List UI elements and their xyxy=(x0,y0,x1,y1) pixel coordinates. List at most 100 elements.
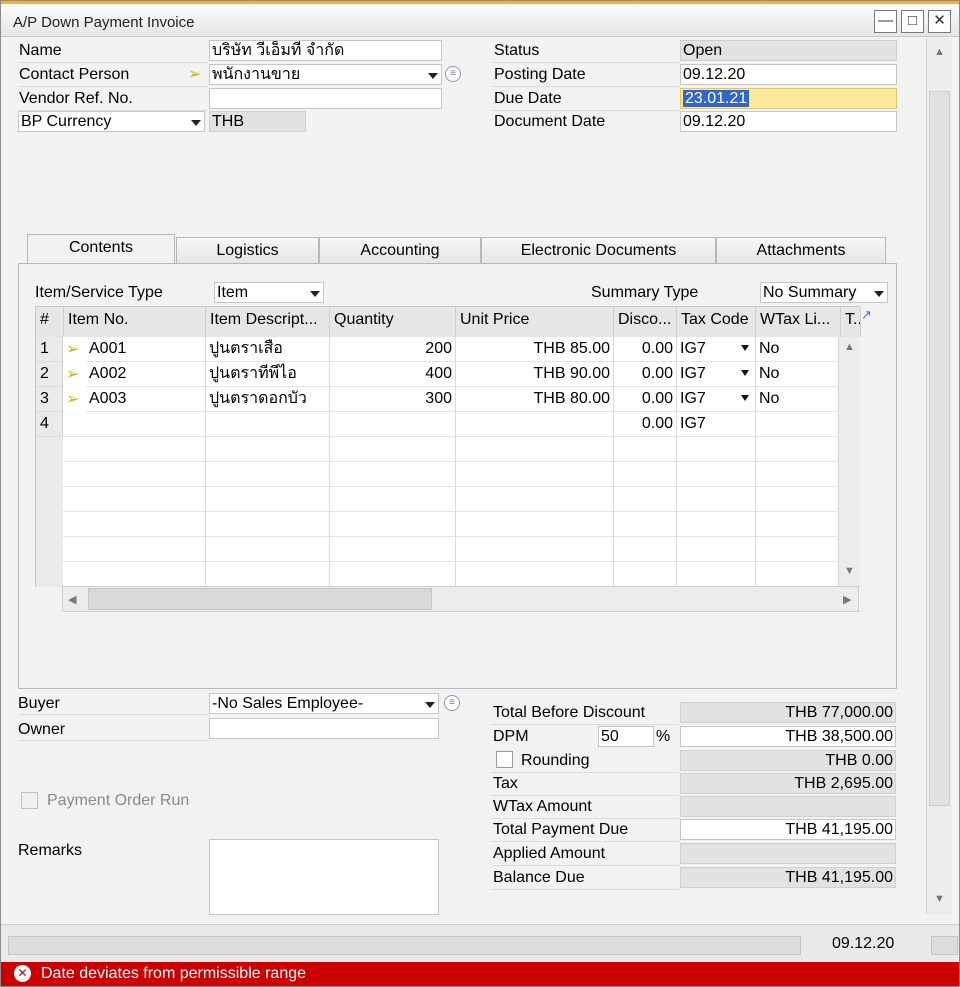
link-arrow-icon[interactable]: ➢ xyxy=(66,367,84,383)
cell-wtax-liable[interactable]: No xyxy=(756,387,841,412)
cell-item-no[interactable]: A002 xyxy=(86,362,206,387)
cell-quantity[interactable]: 300 xyxy=(330,387,456,412)
link-arrow-icon[interactable]: ➢ xyxy=(66,392,84,408)
chevron-down-icon[interactable] xyxy=(741,395,749,401)
error-bar[interactable]: ✕ Date deviates from permissible range xyxy=(1,962,959,986)
cell-wtax-liable[interactable] xyxy=(756,412,841,437)
dpm-percent-field[interactable]: 50 xyxy=(598,726,654,747)
cell-quantity[interactable] xyxy=(330,412,456,437)
divider xyxy=(491,889,679,890)
total-payment-due-field[interactable]: THB 41,195.00 xyxy=(680,819,896,840)
cell-unit-price[interactable]: THB 80.00 xyxy=(456,387,614,412)
payment-order-run-checkbox[interactable] xyxy=(21,792,38,809)
scroll-down-icon[interactable]: ▼ xyxy=(844,565,855,577)
scroll-down-icon[interactable]: ▼ xyxy=(934,893,945,905)
tab-electronic-documents[interactable]: Electronic Documents xyxy=(481,237,716,264)
column-header-unit-price[interactable]: Unit Price xyxy=(456,307,614,337)
scroll-up-icon[interactable]: ▲ xyxy=(934,46,945,58)
contact-person-select[interactable]: พนักงานขาย xyxy=(209,64,442,85)
scroll-left-icon[interactable]: ◀ xyxy=(68,593,76,606)
error-message: Date deviates from permissible range xyxy=(41,965,307,982)
column-header-item-no[interactable]: Item No. xyxy=(64,307,206,337)
column-header-item-description[interactable]: Item Descript... xyxy=(206,307,330,337)
status-extra-area xyxy=(931,936,958,955)
chevron-down-icon[interactable] xyxy=(428,73,438,79)
list-icon[interactable]: ≡ xyxy=(445,66,461,82)
item-service-type-select[interactable]: Item xyxy=(214,282,324,303)
column-header-truncated[interactable]: T... xyxy=(841,307,861,337)
due-date-field[interactable]: 23.01.21 xyxy=(680,88,897,109)
bp-currency-select[interactable]: BP Currency xyxy=(18,111,205,132)
cell-wtax-liable[interactable]: No xyxy=(756,337,841,362)
link-arrow-icon[interactable]: ➢ xyxy=(188,67,206,83)
name-field[interactable]: บริษัท วีเอ็มที จำกัด xyxy=(209,40,442,61)
dpm-amount-field[interactable]: THB 38,500.00 xyxy=(680,726,896,747)
summary-type-label: Summary Type xyxy=(591,284,699,301)
scroll-thumb[interactable] xyxy=(88,588,432,610)
cell-quantity[interactable]: 200 xyxy=(330,337,456,362)
tab-logistics[interactable]: Logistics xyxy=(176,237,319,264)
divider xyxy=(492,86,679,87)
cell-discount[interactable]: 0.00 xyxy=(614,412,677,437)
rounding-checkbox[interactable] xyxy=(496,751,513,768)
tab-accounting[interactable]: Accounting xyxy=(319,237,481,264)
status-bar: 09.12.20 xyxy=(1,924,959,962)
divider xyxy=(18,86,208,87)
cell-quantity[interactable]: 400 xyxy=(330,362,456,387)
column-header-discount[interactable]: Disco... xyxy=(614,307,677,337)
list-icon[interactable]: ≡ xyxy=(444,695,460,711)
cell-discount[interactable]: 0.00 xyxy=(614,362,677,387)
column-header-quantity[interactable]: Quantity xyxy=(330,307,456,337)
empty-rows xyxy=(36,437,861,587)
divider xyxy=(18,62,208,63)
cell-unit-price[interactable] xyxy=(456,412,614,437)
maximize-icon[interactable]: □ xyxy=(901,10,924,33)
chevron-down-icon[interactable] xyxy=(741,370,749,376)
cell-item-no[interactable]: A001 xyxy=(86,337,206,362)
scroll-thumb[interactable] xyxy=(929,91,950,806)
chevron-down-icon[interactable] xyxy=(874,291,884,297)
grid-horizontal-scrollbar[interactable]: ◀ ▶ xyxy=(62,586,859,612)
document-date-field[interactable]: 09.12.20 xyxy=(680,111,897,132)
title-bar[interactable]: A/P Down Payment Invoice — □ ✕ xyxy=(1,1,959,37)
column-header-number[interactable]: # xyxy=(36,307,64,337)
cell-unit-price[interactable]: THB 90.00 xyxy=(456,362,614,387)
cell-wtax-liable[interactable]: No xyxy=(756,362,841,387)
scroll-right-icon[interactable]: ▶ xyxy=(843,593,851,606)
cell-unit-price[interactable]: THB 85.00 xyxy=(456,337,614,362)
cell-tax-code[interactable]: IG7 xyxy=(677,412,756,437)
cell-discount[interactable]: 0.00 xyxy=(614,337,677,362)
cell-item-description[interactable]: ปูนตราดอกบัว xyxy=(206,387,330,412)
vendor-ref-field[interactable] xyxy=(209,88,442,109)
column-header-wtax-liable[interactable]: WTax Li... xyxy=(756,307,841,337)
chevron-down-icon[interactable] xyxy=(310,291,320,297)
minimize-icon[interactable]: — xyxy=(874,10,897,33)
chevron-down-icon[interactable] xyxy=(425,702,435,708)
chevron-down-icon[interactable] xyxy=(741,345,749,351)
posting-date-field[interactable]: 09.12.20 xyxy=(680,64,897,85)
summary-type-select[interactable]: No Summary xyxy=(760,282,888,303)
scroll-up-icon[interactable]: ▲ xyxy=(844,341,855,353)
tab-contents[interactable]: Contents xyxy=(27,234,175,264)
chevron-down-icon[interactable] xyxy=(191,120,201,126)
due-date-label: Due Date xyxy=(494,90,562,107)
status-field: Open xyxy=(680,40,897,61)
remarks-textarea[interactable] xyxy=(209,839,439,915)
owner-field[interactable] xyxy=(209,718,439,739)
expand-icon[interactable]: ↗ xyxy=(861,307,872,323)
close-icon[interactable]: ✕ xyxy=(928,10,951,33)
cell-item-no[interactable] xyxy=(64,412,206,437)
cell-item-description[interactable] xyxy=(206,412,330,437)
buyer-select[interactable]: -No Sales Employee- xyxy=(209,693,439,714)
cell-discount[interactable]: 0.00 xyxy=(614,387,677,412)
tab-attachments[interactable]: Attachments xyxy=(716,237,886,264)
link-arrow-icon[interactable]: ➢ xyxy=(66,342,84,358)
cell-item-no[interactable]: A003 xyxy=(86,387,206,412)
balance-due-field: THB 41,195.00 xyxy=(680,867,896,888)
window-vertical-scrollbar[interactable]: ▲ ▼ xyxy=(926,38,952,914)
items-table[interactable]: # Item No. Item Descript... Quantity Uni… xyxy=(35,306,872,587)
cell-item-description[interactable]: ปูนตราทีพีไอ xyxy=(206,362,330,387)
cell-item-description[interactable]: ปูนตราเสือ xyxy=(206,337,330,362)
grid-vertical-scrollbar[interactable]: ▲ ▼ xyxy=(838,337,860,586)
column-header-tax-code[interactable]: Tax Code xyxy=(677,307,756,337)
